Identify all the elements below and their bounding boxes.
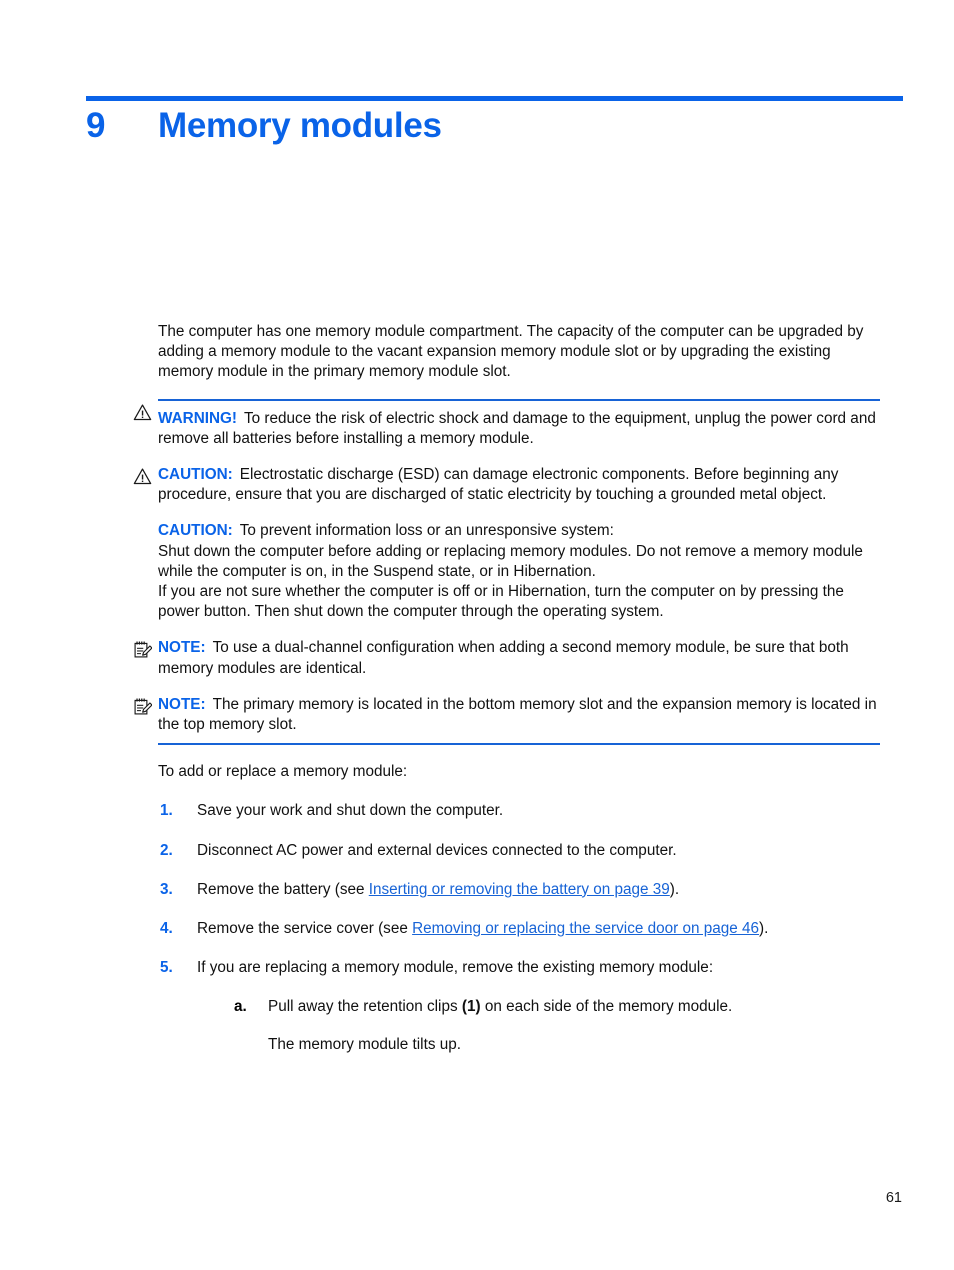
list-item: a. Pull away the retention clips (1) on e… [234, 997, 880, 1017]
admonition-note-dual-channel-body: NOTE: To use a dual-channel configuration… [158, 638, 880, 678]
step-marker: 3. [160, 880, 173, 898]
step-text: Disconnect AC power and external devices… [197, 841, 677, 859]
caution-body-paragraph-1: Shut down the computer before adding or … [158, 542, 863, 580]
admonition-note-memory-slots-label: NOTE: [158, 695, 206, 713]
admonition-note-dual-channel-text: To use a dual-channel configuration when… [158, 639, 849, 677]
procedure-lead-in: To add or replace a memory module: [158, 763, 408, 781]
admonition-caution-information-loss-label: CAUTION: [158, 522, 233, 540]
procedure-substep-list: a. Pull away the retention clips (1) on e… [234, 997, 880, 1017]
admonition-warning: WARNING! To reduce the risk of electric s… [133, 398, 880, 449]
warning-triangle-icon [133, 467, 152, 486]
cross-reference-link-battery[interactable]: Inserting or removing the battery on pag… [369, 881, 670, 898]
note-pad-icon [133, 697, 152, 716]
step-text: Save your work and shut down the compute… [197, 802, 504, 820]
list-item: 1. Save your work and shut down the comp… [158, 801, 880, 821]
step-marker: 4. [160, 920, 173, 938]
admonition-note-dual-channel: NOTE: To use a dual-channel configuration… [134, 638, 880, 678]
list-item: 5. If you are replacing a memory module,… [158, 958, 880, 1055]
admonition-note-memory-slots-body: NOTE: The primary memory is located in th… [158, 695, 880, 735]
page-number: 61 [885, 1190, 902, 1206]
warning-triangle-icon [133, 403, 152, 422]
step-text: If you are replacing a memory module, re… [197, 959, 714, 977]
procedure-step-list: 1. Save your work and shut down the comp… [158, 801, 880, 1054]
admonition-caution-information-loss: CAUTION: To prevent information loss or a… [158, 521, 880, 541]
page-content: The computer has one memory module compa… [133, 322, 880, 1055]
admonition-caution-esd-text: Electrostatic discharge (ESD) can damage… [158, 466, 839, 504]
cross-reference-link-service-door[interactable]: Removing or replacing the service door o… [412, 920, 759, 937]
step-text-after: ). [669, 880, 680, 898]
substep-text-before: Pull away the retention clips [268, 998, 462, 1016]
admonition-note-memory-slots-text: The primary memory is located in the bot… [158, 695, 877, 734]
chapter-title-text: Memory modules [158, 106, 442, 145]
admonition-warning-label: WARNING! [158, 409, 238, 427]
substep-follow-up-text: The memory module tilts up. [268, 1035, 461, 1053]
substep-marker: a. [234, 998, 247, 1016]
admonition-note-dual-channel-label: NOTE: [158, 639, 206, 657]
admonition-caution-information-loss-body: CAUTION: To prevent information loss or a… [158, 521, 880, 541]
step-marker: 1. [160, 802, 173, 820]
admonition-caution-esd: CAUTION: Electrostatic discharge (ESD) ca… [133, 465, 880, 505]
chapter-number: 9 [86, 106, 106, 145]
admonition-note-memory-slots: NOTE: The primary memory is located in th… [134, 695, 880, 746]
step-text-after: ). [759, 920, 769, 938]
admonition-caution-esd-label: CAUTION: [158, 466, 233, 484]
step-marker: 2. [160, 841, 173, 859]
substep-callout-number: (1) [461, 998, 481, 1016]
list-item: 2. Disconnect AC power and external devi… [158, 841, 880, 861]
step-text-before: Remove the service cover (see [197, 920, 413, 938]
note-pad-icon [133, 640, 152, 659]
list-item: 3. Remove the battery (see Inserting or r… [158, 880, 880, 900]
admonition-warning-body: WARNING! To reduce the risk of electric s… [158, 409, 880, 449]
step-text-before: Remove the battery (see [197, 880, 369, 898]
step-marker: 5. [160, 959, 173, 977]
admonition-warning-text: To reduce the risk of electric shock and… [158, 409, 876, 447]
admonition-caution-information-loss-text: To prevent information loss or an unresp… [239, 522, 614, 540]
page-title: 9 Memory modules [86, 106, 906, 146]
document-page: 9 Memory modules The computer has one mem… [0, 0, 954, 1270]
intro-paragraph: The computer has one memory module compa… [158, 323, 864, 381]
admonition-caution-esd-body: CAUTION: Electrostatic discharge (ESD) ca… [158, 465, 880, 505]
chapter-header-rule [86, 96, 903, 101]
list-item: 4. Remove the service cover (see Removing… [158, 919, 880, 939]
caution-body-paragraph-2: If you are not sure whether the computer… [158, 583, 844, 621]
substep-container: a. Pull away the retention clips (1) on e… [234, 997, 880, 1054]
substep-text-after: on each side of the memory module. [480, 998, 733, 1016]
